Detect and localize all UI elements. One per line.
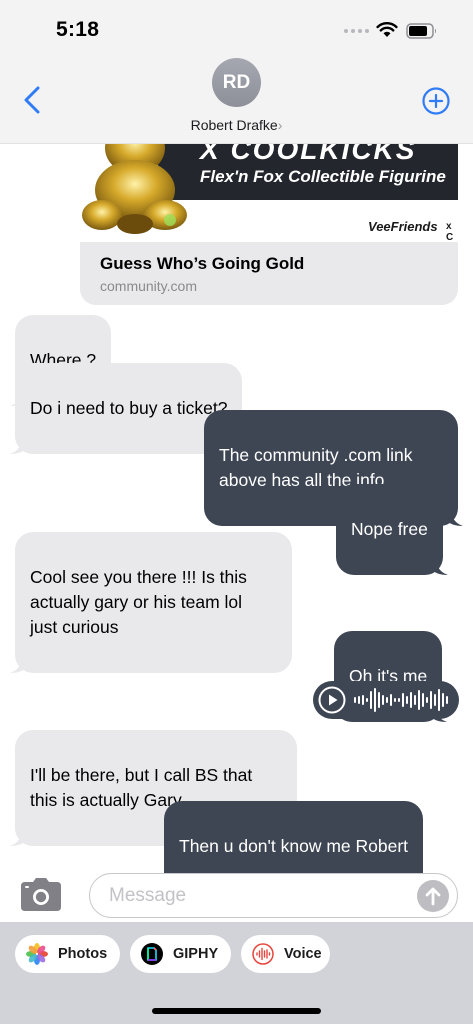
app-chip-label: GIPHY [173, 946, 219, 962]
contact-name-button[interactable]: Robert Drafke› [0, 117, 473, 133]
preview-banner-subtitle: Flex'n Fox Collectible Figurine [200, 167, 446, 186]
message-bubble-outgoing[interactable]: Nope free [336, 484, 448, 575]
message-text: Do i need to buy a ticket? [30, 398, 228, 418]
contact-avatar[interactable]: RD [212, 58, 261, 107]
bubble-tail [10, 655, 26, 673]
conversation-header: 5:18 RD Robert Drafke› [0, 0, 473, 144]
giphy-icon [141, 943, 163, 965]
app-drawer: Photos GIPHY Voice [0, 922, 473, 1024]
bubble-tail [10, 828, 26, 846]
message-input-field[interactable] [89, 873, 458, 918]
link-preview-card[interactable]: X COOLKICKS Flex'n Fox Collectible Figur… [80, 120, 458, 305]
app-chip-label: Voice [284, 946, 322, 962]
status-time: 5:18 [56, 18, 100, 41]
app-chip-giphy[interactable]: GIPHY [130, 935, 231, 973]
audio-waveform-icon [354, 688, 448, 712]
cellular-signal-icon [344, 29, 369, 33]
messages-screen: X COOLKICKS Flex'n Fox Collectible Figur… [0, 0, 473, 1024]
play-icon[interactable] [318, 686, 346, 714]
voice-memo-icon [252, 943, 274, 965]
bubble-tail [447, 508, 463, 526]
home-indicator[interactable] [152, 1008, 321, 1014]
message-input[interactable] [109, 884, 409, 908]
message-text: Then u don't know me Robert [179, 836, 409, 856]
app-chip-label: Photos [58, 946, 108, 962]
message-bubble-incoming[interactable]: Cool see you there !!! Is this actually … [10, 532, 292, 673]
message-text: Cool see you there !!! Is this actually … [30, 567, 247, 637]
link-preview-domain: community.com [100, 278, 197, 294]
audio-message-bubble[interactable] [313, 681, 459, 719]
photos-icon [26, 943, 48, 965]
battery-icon [406, 23, 436, 39]
camera-icon[interactable] [19, 877, 63, 913]
add-circle-icon[interactable] [421, 86, 451, 116]
preview-brand-suffix: x C [446, 221, 454, 242]
contact-name: Robert Drafke [190, 117, 278, 133]
send-arrow-icon[interactable] [417, 880, 449, 912]
bubble-tail [10, 436, 26, 454]
back-chevron-icon[interactable] [20, 84, 44, 116]
preview-brand: VeeFriends [368, 219, 438, 234]
wifi-icon [376, 22, 398, 37]
bubble-tail [431, 557, 448, 575]
app-chip-voice[interactable]: Voice [241, 935, 330, 973]
chevron-right-icon: › [277, 117, 283, 133]
link-preview-title: Guess Who’s Going Gold [100, 254, 305, 273]
app-chip-photos[interactable]: Photos [15, 935, 120, 973]
message-text: Nope free [351, 519, 428, 539]
